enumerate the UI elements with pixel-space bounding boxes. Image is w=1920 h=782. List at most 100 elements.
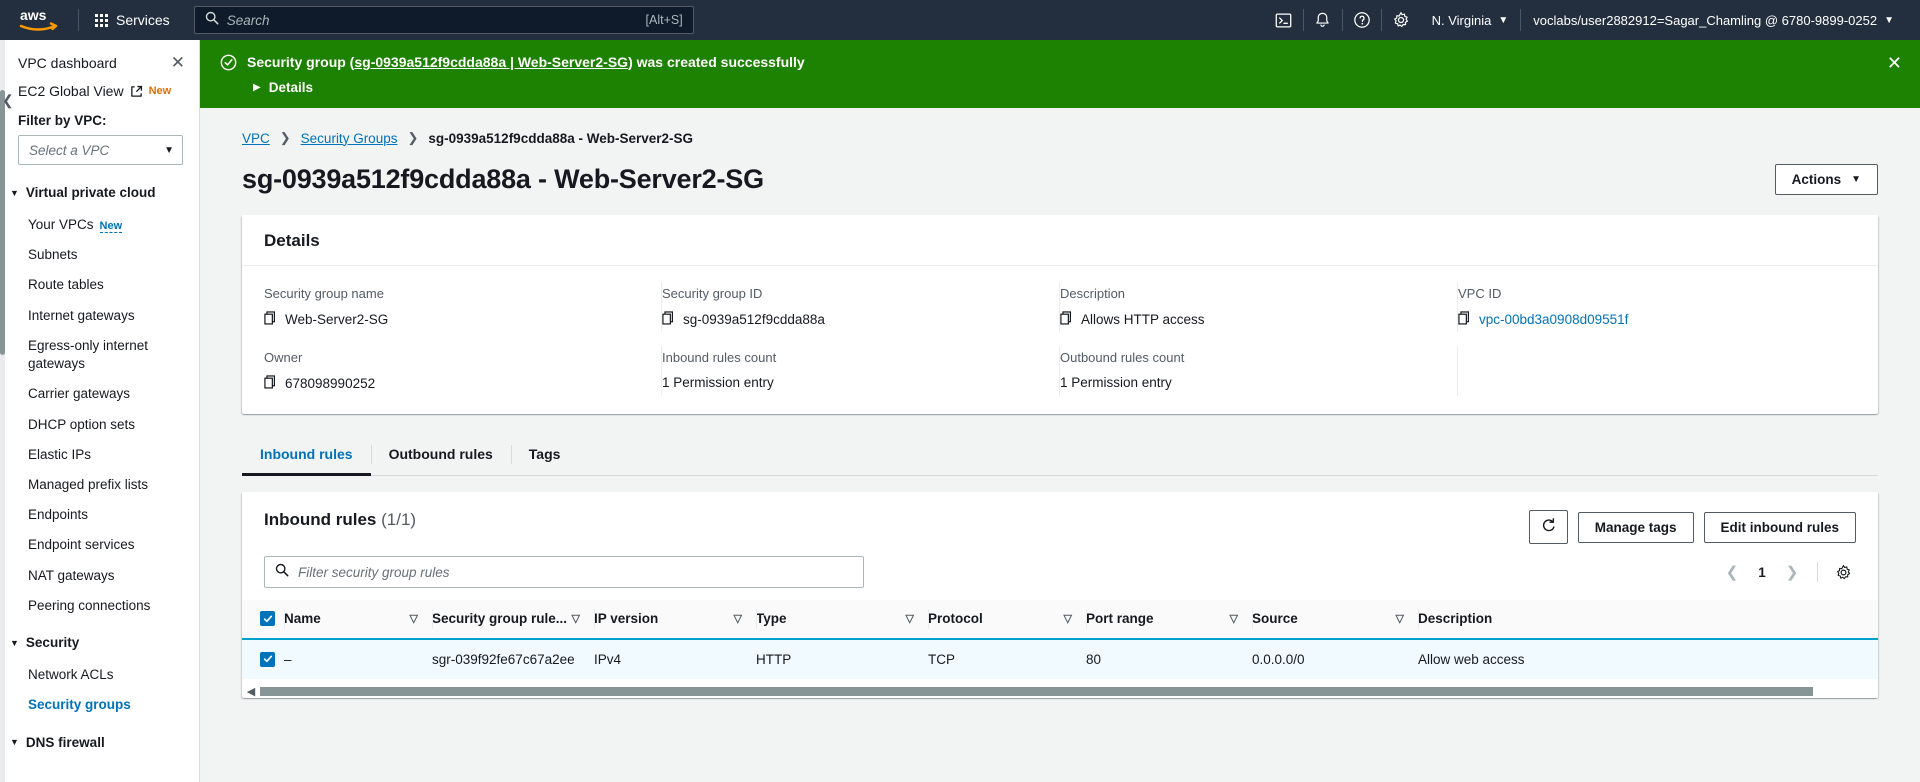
page-number[interactable]: 1 — [1749, 559, 1775, 585]
edit-inbound-rules-button[interactable]: Edit inbound rules — [1703, 511, 1856, 543]
sidebar-collapse-icon[interactable]: ❮ — [2, 92, 14, 109]
copy-icon[interactable] — [662, 311, 675, 328]
chevron-left-icon[interactable]: ❮ — [1719, 559, 1745, 585]
sidebar-item-network-acls[interactable]: Network ACLs — [0, 660, 199, 690]
new-badge: New — [148, 85, 172, 97]
flash-details-toggle[interactable]: ▶ Details — [253, 80, 1900, 95]
rules-filter-box[interactable] — [264, 556, 864, 589]
success-check-icon — [220, 54, 237, 76]
settings-icon[interactable] — [1382, 0, 1420, 40]
sidebar-item-egress-only-internet-gateways[interactable]: Egress-only internet gateways — [0, 331, 199, 379]
search-input[interactable] — [218, 12, 646, 28]
rules-filter-input[interactable] — [298, 564, 853, 580]
scrollbar-track[interactable] — [260, 685, 1878, 699]
close-icon[interactable]: ✕ — [1887, 54, 1902, 72]
chevron-down-icon: ▼ — [1498, 14, 1509, 26]
breadcrumb-item-security-groups[interactable]: Security Groups — [301, 131, 398, 146]
sidebar-group-header[interactable]: ▼ Security — [0, 635, 199, 650]
sidebar-item-elastic-ips[interactable]: Elastic IPs — [0, 440, 199, 470]
copy-icon[interactable] — [1060, 311, 1073, 328]
detail-value-row: 1 Permission entry — [662, 375, 1038, 390]
vpc-filter-select[interactable]: Select a VPC ▼ — [18, 135, 183, 165]
help-icon[interactable] — [1343, 0, 1381, 40]
success-flash-banner: Security group (sg-0939a512f9cdda88a | W… — [200, 40, 1920, 109]
column-header-type[interactable]: Type ▽ — [756, 600, 928, 640]
select-all-checkbox[interactable] — [260, 611, 275, 627]
table-row[interactable]: – sgr-039f92fe67c67a2ee IPv4 HTTP TCP 80… — [242, 637, 1878, 680]
detail-value-row: 1 Permission entry — [1060, 375, 1436, 390]
tab-outbound-rules[interactable]: Outbound rules — [370, 436, 511, 476]
account-label: voclabs/user2882912=Sagar_Chamling @ 678… — [1533, 12, 1878, 28]
sidebar-item-managed-prefix-lists[interactable]: Managed prefix lists — [0, 470, 199, 500]
copy-icon[interactable] — [264, 311, 277, 328]
sidebar-item-dhcp-option-sets[interactable]: DHCP option sets — [0, 410, 199, 440]
row-checkbox[interactable] — [260, 651, 275, 667]
column-label: Port range — [1086, 611, 1154, 627]
column-header-port-range[interactable]: Port range ▽ — [1086, 600, 1252, 640]
column-header-ip-version[interactable]: IP version ▽ — [594, 600, 756, 640]
global-search-box[interactable]: [Alt+S] — [193, 6, 694, 34]
detail-value-row: 678098990252 — [264, 375, 640, 392]
aws-logo[interactable]: aws — [14, 7, 62, 33]
copy-icon[interactable] — [1458, 311, 1471, 328]
sidebar-group-header[interactable]: ▼ Virtual private cloud — [0, 185, 199, 200]
details-card: Details Security group name Web-Server2-… — [242, 215, 1878, 415]
column-header-source[interactable]: Source ▽ — [1252, 600, 1418, 640]
gear-icon[interactable] — [1830, 559, 1856, 585]
sidebar-item-vpc-dashboard[interactable]: VPC dashboard — [18, 55, 117, 71]
actions-label: Actions — [1791, 172, 1842, 188]
notifications-icon[interactable] — [1304, 0, 1342, 40]
sidebar-item-ec2-global-view[interactable]: EC2 Global View New — [0, 83, 199, 99]
sidebar-item-nat-gateways[interactable]: NAT gateways — [0, 561, 199, 591]
sidebar-item-endpoints[interactable]: Endpoints — [0, 500, 199, 530]
services-menu-button[interactable]: Services — [85, 5, 180, 35]
region-selector[interactable]: N. Virginia ▼ — [1420, 0, 1521, 40]
sidebar-item-label: Your VPCs — [28, 217, 94, 232]
sidebar-item-your-vpcs[interactable]: Your VPCs New — [0, 210, 199, 240]
sidebar-item-endpoint-services[interactable]: Endpoint services — [0, 530, 199, 560]
column-label: Description — [1418, 611, 1493, 627]
row-select-cell — [242, 637, 284, 680]
flash-text-before: Security group ( — [247, 54, 355, 70]
table-header-row: Name ▽ Security group rule... ▽ IP version… — [242, 600, 1878, 640]
region-label: N. Virginia — [1431, 12, 1492, 28]
chevron-right-icon[interactable]: ❯ — [1779, 559, 1805, 585]
sidebar-item-label: EC2 Global View — [18, 83, 124, 99]
tab-tags[interactable]: Tags — [510, 436, 579, 476]
sidebar-item-internet-gateways[interactable]: Internet gateways — [0, 301, 199, 331]
column-header-protocol[interactable]: Protocol ▽ — [928, 600, 1086, 640]
column-header-description[interactable]: Description — [1418, 600, 1878, 640]
column-header-security-group-rule-id[interactable]: Security group rule... ▽ — [432, 600, 594, 640]
sidebar-group-title: Virtual private cloud — [25, 185, 156, 200]
sort-icon: ▽ — [571, 613, 580, 626]
inbound-rules-card: Inbound rules (1/1) Manage tags Edit inb… — [242, 492, 1878, 699]
inbound-rules-table: Name ▽ Security group rule... ▽ IP version… — [242, 600, 1878, 680]
copy-icon[interactable] — [264, 375, 277, 392]
detail-value-row: sg-0939a512f9cdda88a — [662, 311, 1038, 328]
detail-value-link[interactable]: vpc-00bd3a0908d09551f — [1479, 312, 1628, 327]
account-menu[interactable]: voclabs/user2882912=Sagar_Chamling @ 678… — [1521, 0, 1906, 40]
scroll-left-icon[interactable]: ◀ — [242, 685, 260, 698]
sidebar-item-carrier-gateways[interactable]: Carrier gateways — [0, 379, 199, 409]
sidebar-item-subnets[interactable]: Subnets — [0, 240, 199, 270]
cloudshell-icon[interactable] — [1265, 0, 1303, 40]
sidebar-item-security-groups[interactable]: Security groups — [0, 690, 199, 720]
scrollbar-thumb[interactable] — [260, 687, 1814, 697]
sidebar-group-header[interactable]: ▼ DNS firewall — [0, 735, 199, 750]
sidebar-item-peering-connections[interactable]: Peering connections — [0, 591, 199, 621]
breadcrumb-item-vpc[interactable]: VPC — [242, 131, 270, 146]
close-icon[interactable]: ✕ — [171, 54, 185, 71]
rules-tabs: Inbound rules Outbound rules Tags — [242, 436, 1878, 477]
tab-inbound-rules[interactable]: Inbound rules — [242, 436, 371, 477]
flash-security-group-link[interactable]: sg-0939a512f9cdda88a | Web-Server2-SG — [354, 54, 628, 70]
column-header-name[interactable]: Name ▽ — [284, 600, 432, 640]
sidebar-item-route-tables[interactable]: Route tables — [0, 270, 199, 300]
detail-owner: Owner 678098990252 — [264, 346, 662, 397]
table-horizontal-scrollbar[interactable]: ◀ — [242, 679, 1878, 699]
chevron-down-icon: ▼ — [10, 187, 19, 198]
actions-button[interactable]: Actions ▼ — [1774, 164, 1878, 196]
manage-tags-button[interactable]: Manage tags — [1577, 511, 1694, 543]
select-all-header — [242, 600, 284, 640]
sidebar-scrollbar-thumb[interactable] — [0, 90, 5, 355]
refresh-button[interactable] — [1528, 510, 1568, 545]
